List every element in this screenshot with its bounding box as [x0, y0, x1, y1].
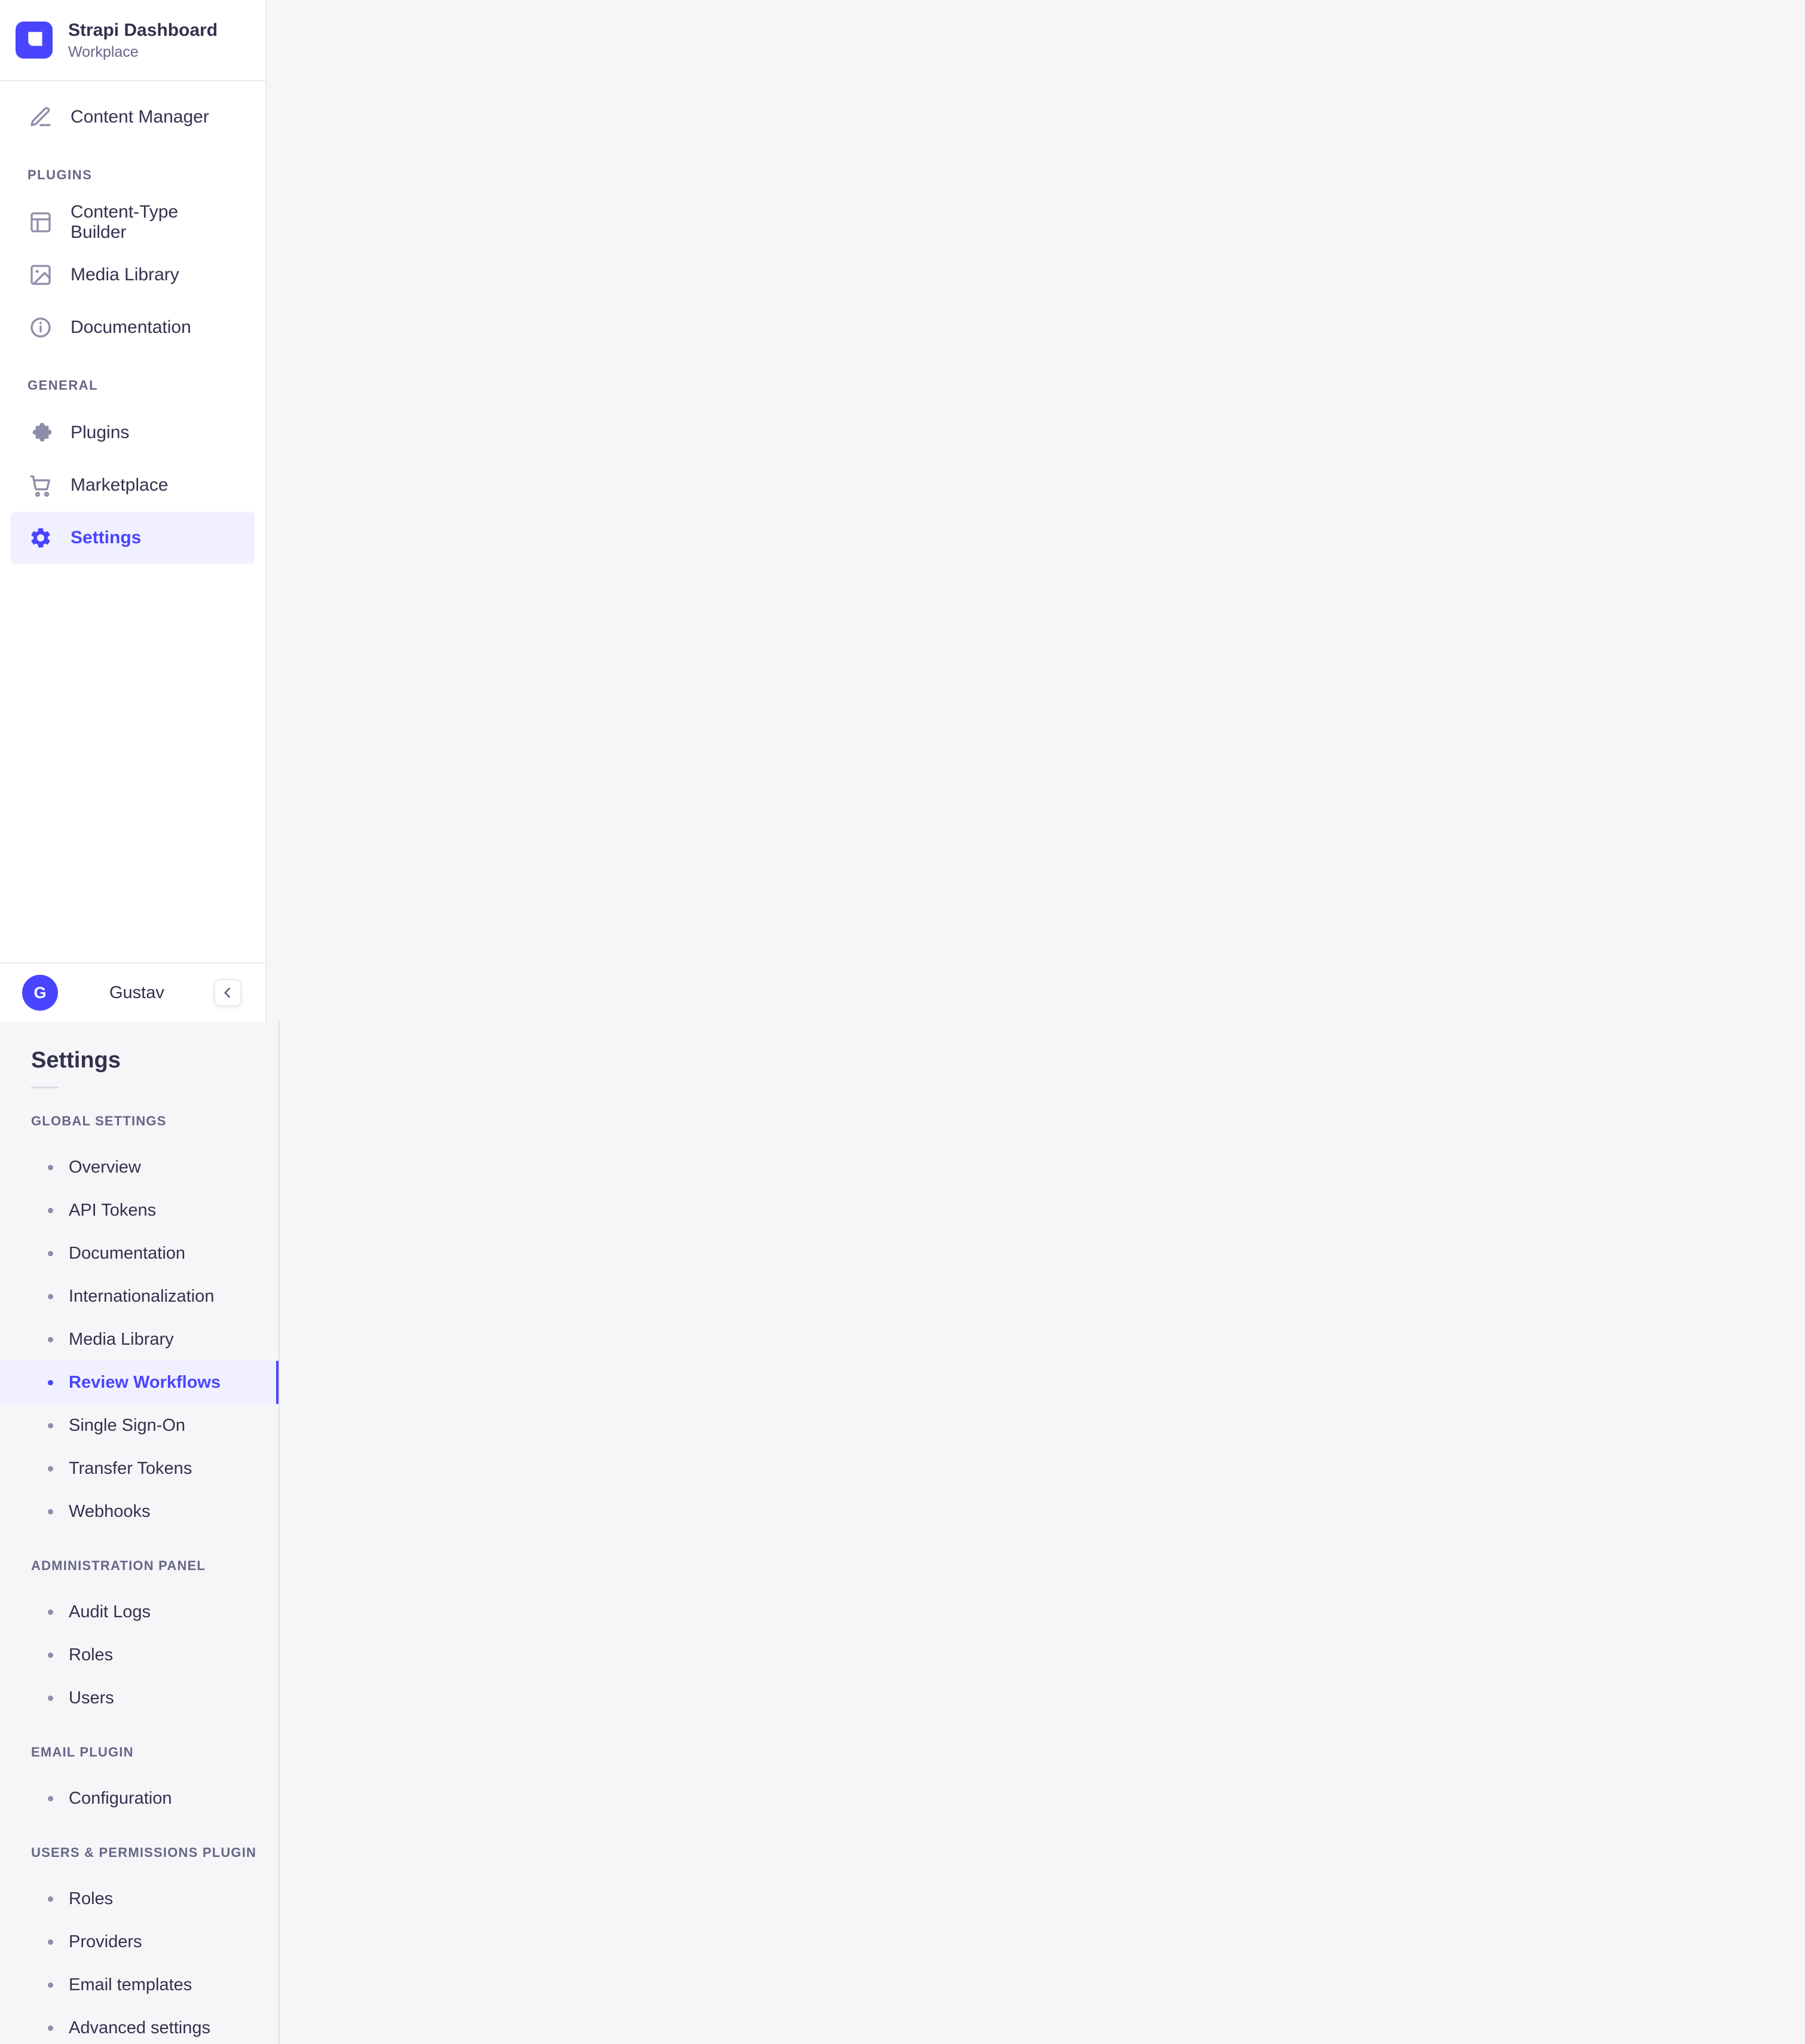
nav-item-marketplace[interactable]: Marketplace	[11, 459, 255, 512]
nav-section-general: GENERAL	[27, 378, 99, 393]
puzzle-icon	[29, 421, 53, 445]
subnav-title: Settings	[31, 1048, 121, 1073]
user-name: Gustav	[109, 983, 164, 1002]
subnav-item-label: Webhooks	[69, 1501, 151, 1521]
bullet-dot	[48, 1293, 53, 1299]
subnav-section-email-plugin: EMAIL PLUGIN	[31, 1745, 134, 1760]
subnav-item-label: Overview	[69, 1157, 141, 1177]
subnav-item-roles-admin[interactable]: Roles	[0, 1633, 279, 1676]
subnav-item-single-sign-on[interactable]: Single Sign-On	[0, 1404, 279, 1447]
bullet-dot	[48, 1982, 53, 1988]
nav-item-label: Plugins	[71, 423, 130, 442]
chevron-left-icon	[220, 985, 235, 1000]
subnav-item-label: Media Library	[69, 1329, 174, 1349]
bullet-dot	[48, 1695, 53, 1701]
bullet-dot	[48, 2025, 53, 2031]
nav-item-label: Settings	[71, 528, 142, 547]
bullet-dot	[48, 1939, 53, 1945]
nav-item-content-manager[interactable]: Content Manager	[11, 91, 255, 143]
nav-item-label: Content Manager	[71, 107, 209, 127]
subnav-item-label: Roles	[69, 1645, 114, 1664]
nav-item-label: Media Library	[71, 265, 179, 284]
subnav-item-configuration[interactable]: Configuration	[0, 1777, 279, 1820]
bullet-dot	[48, 1465, 53, 1471]
nav-item-label: Documentation	[71, 317, 191, 337]
subnav-item-label: Advanced settings	[69, 2018, 210, 2037]
cart-icon	[29, 473, 53, 497]
app-root: Strapi Dashboard Workplace Content Manag…	[0, 0, 1009, 2044]
subnav-item-label: Email templates	[69, 1975, 192, 1994]
subnav-item-webhooks[interactable]: Webhooks	[0, 1490, 279, 1533]
nav-item-label: Content-Type Builder	[71, 202, 179, 242]
bullet-dot	[48, 1250, 53, 1256]
workspace-subtitle: Workplace	[68, 43, 139, 60]
subnav-section-administration-panel: ADMINISTRATION PANEL	[31, 1558, 206, 1573]
brand-text: Strapi Dashboard Workplace	[68, 20, 218, 61]
nav-item-content-type-builder[interactable]: Content-Type Builder	[11, 196, 255, 249]
info-icon	[29, 316, 53, 339]
nav-item-documentation[interactable]: Documentation	[11, 301, 255, 354]
subnav-item-users[interactable]: Users	[0, 1676, 279, 1719]
bullet-dot	[48, 1795, 53, 1801]
subnav-item-label: Users	[69, 1688, 114, 1708]
subnav-item-review-workflows[interactable]: Review Workflows	[0, 1361, 279, 1404]
subnav-header: Settings	[0, 1047, 279, 1088]
subnav-item-label: Roles	[69, 1889, 114, 1908]
nav-item-plugins[interactable]: Plugins	[11, 406, 255, 459]
subnav-item-api-tokens[interactable]: API Tokens	[0, 1189, 279, 1232]
subnav-item-transfer-tokens[interactable]: Transfer Tokens	[0, 1447, 279, 1490]
subnav-item-label: Documentation	[69, 1243, 186, 1263]
avatar[interactable]: G	[22, 975, 58, 1011]
subnav-item-label: Internationalization	[69, 1286, 215, 1306]
subnav-item-label: Audit Logs	[69, 1602, 151, 1621]
subnav-item-media-library[interactable]: Media Library	[0, 1318, 279, 1361]
main-nav-list: Content Manager PLUGINS Content-Type Bui…	[0, 81, 265, 564]
bullet-dot	[48, 1207, 53, 1213]
bullet-dot	[48, 1336, 53, 1342]
user-area: G Gustav	[0, 962, 265, 1022]
subnav-section-global-settings: GLOBAL SETTINGS	[31, 1113, 167, 1128]
subnav-item-label: Providers	[69, 1932, 142, 1951]
nav-item-label: Marketplace	[71, 475, 169, 495]
bullet-dot	[48, 1896, 53, 1902]
subnav-item-label: API Tokens	[69, 1200, 157, 1220]
gear-icon	[29, 526, 53, 550]
layout-icon	[29, 210, 53, 234]
nav-item-settings[interactable]: Settings	[11, 512, 255, 564]
bullet-dot	[48, 1379, 53, 1385]
subnav-item-label: Transfer Tokens	[69, 1458, 192, 1478]
bullet-dot	[48, 1164, 53, 1170]
subnav-item-providers[interactable]: Providers	[0, 1920, 279, 1963]
image-icon	[29, 263, 53, 287]
strapi-logo-icon	[16, 22, 53, 59]
subnav-item-label: Review Workflows	[69, 1372, 221, 1392]
nav-section-plugins: PLUGINS	[27, 167, 93, 182]
workspace-switcher[interactable]: Strapi Dashboard Workplace	[0, 0, 265, 81]
bullet-dot	[48, 1652, 53, 1658]
bullet-dot	[48, 1609, 53, 1615]
subnav-item-documentation[interactable]: Documentation	[0, 1232, 279, 1275]
divider	[31, 1087, 59, 1088]
subnav-item-label: Configuration	[69, 1788, 172, 1808]
bullet-dot	[48, 1508, 53, 1514]
subnav-item-label: Single Sign-On	[69, 1415, 186, 1435]
subnav-item-internationalization[interactable]: Internationalization	[0, 1275, 279, 1318]
collapse-sidebar-button[interactable]	[214, 979, 241, 1006]
subnav-item-advanced-settings[interactable]: Advanced settings	[0, 2006, 279, 2044]
subnav-item-roles-up[interactable]: Roles	[0, 1877, 279, 1920]
workspace-title: Strapi Dashboard	[68, 20, 218, 40]
subnav-item-audit-logs[interactable]: Audit Logs	[0, 1590, 279, 1633]
bullet-dot	[48, 1422, 53, 1428]
subnav-item-email-templates[interactable]: Email templates	[0, 1963, 279, 2006]
edit-icon	[29, 105, 53, 129]
subnav-section-users-permissions-plugin: USERS & PERMISSIONS PLUGIN	[31, 1845, 257, 1860]
subnav-item-overview[interactable]: Overview	[0, 1146, 279, 1189]
main-sidebar: Strapi Dashboard Workplace Content Manag…	[0, 0, 267, 1022]
settings-subnav: Settings GLOBAL SETTINGS Overview API To…	[0, 1022, 280, 2044]
nav-item-media-library[interactable]: Media Library	[11, 249, 255, 301]
